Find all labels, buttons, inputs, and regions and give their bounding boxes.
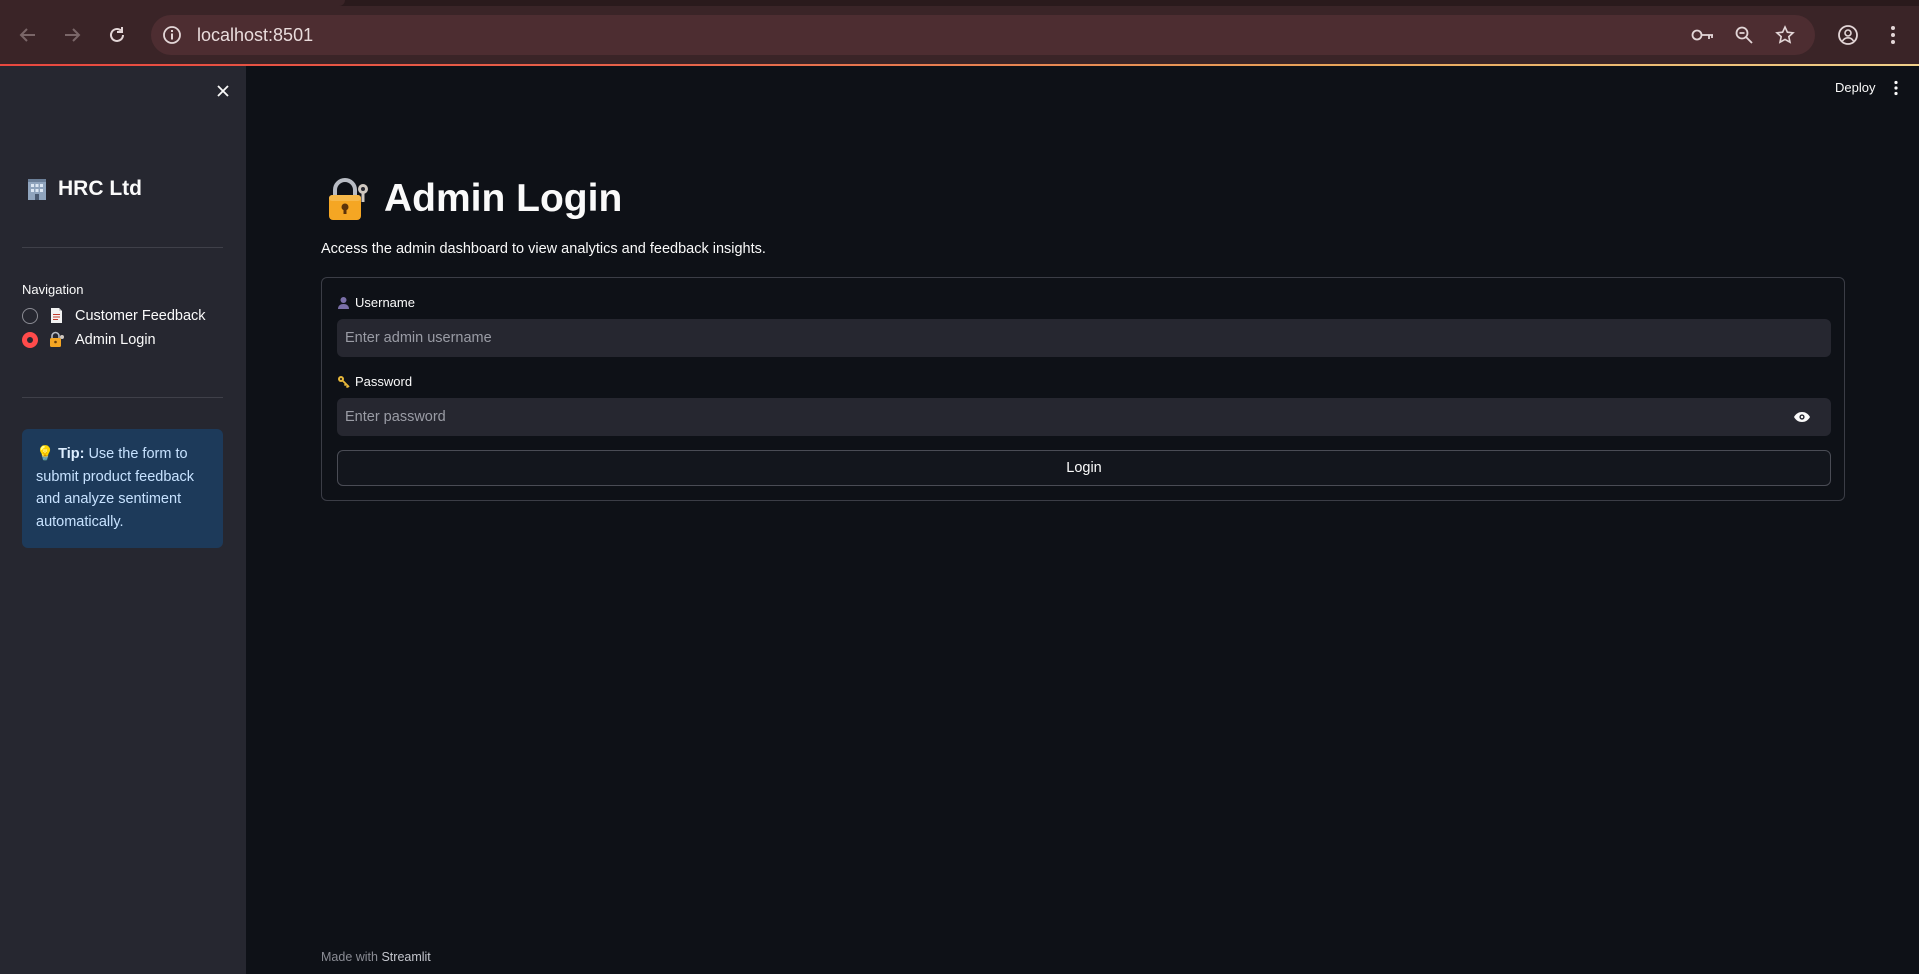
sidebar-brand: HRC Ltd [24, 176, 142, 202]
sidebar: HRC Ltd Navigation Customer Feedback Adm… [0, 66, 246, 974]
zoom-icon[interactable] [1732, 23, 1756, 47]
profile-button[interactable] [1833, 20, 1863, 50]
tip-callout: 💡 Tip: Use the form to submit product fe… [22, 429, 223, 548]
username-label: Username [337, 295, 415, 310]
password-input[interactable] [337, 398, 1831, 436]
deploy-button[interactable]: Deploy [1835, 80, 1875, 95]
page-title-text: Admin Login [384, 177, 623, 220]
nav-item-label[interactable]: Admin Login [75, 332, 156, 348]
site-info-icon[interactable] [161, 24, 183, 46]
back-button[interactable] [13, 20, 43, 50]
brand-name: HRC Ltd [58, 177, 142, 200]
show-password-toggle[interactable] [1791, 408, 1813, 426]
tip-bold: Tip: [58, 446, 85, 462]
nav-radio-admin-login[interactable]: Admin Login [22, 331, 156, 348]
navigation-heading: Navigation [22, 282, 84, 297]
browser-chrome: localhost:8501 [0, 0, 1919, 66]
login-button[interactable]: Login [337, 450, 1831, 486]
loading-accent-bar [0, 64, 1919, 66]
page-title: Admin Login [326, 176, 622, 222]
tab-strip [0, 0, 1919, 6]
streamlit-link[interactable]: Streamlit [381, 950, 430, 964]
page-subtitle: Access the admin dashboard to view analy… [321, 241, 766, 257]
locked-with-key-icon [50, 331, 64, 347]
address-bar[interactable]: localhost:8501 [151, 15, 1815, 55]
password-key-icon[interactable] [1691, 23, 1715, 47]
eye-icon [1794, 412, 1810, 422]
nav-radio-customer-feedback[interactable]: Customer Feedback [22, 307, 206, 324]
app-menu-button[interactable] [1893, 80, 1899, 99]
active-tab-edge [0, 0, 345, 6]
username-field[interactable] [337, 319, 1831, 357]
arrow-right-icon [65, 28, 81, 42]
password-field[interactable] [337, 398, 1831, 436]
kebab-menu-icon [1891, 26, 1895, 44]
url-text[interactable]: localhost:8501 [197, 25, 313, 46]
close-sidebar-button[interactable] [212, 80, 234, 102]
bust-in-silhouette-icon [338, 297, 349, 309]
forward-button[interactable] [57, 20, 87, 50]
kebab-menu-icon [1894, 80, 1898, 96]
radio-unselected[interactable] [22, 307, 38, 324]
arrow-left-icon [19, 28, 35, 42]
browser-menu-button[interactable] [1878, 20, 1908, 50]
login-form: Username Password Login [321, 277, 1845, 501]
close-icon [217, 85, 229, 97]
page-facing-up-icon [51, 308, 62, 323]
locked-with-key-icon [329, 178, 368, 220]
username-label-text: Username [355, 295, 415, 310]
username-input[interactable] [337, 319, 1831, 357]
sidebar-divider [22, 247, 223, 248]
reload-icon [110, 27, 124, 42]
radio-selected[interactable] [22, 331, 38, 348]
nav-item-label[interactable]: Customer Feedback [75, 308, 206, 324]
sidebar-divider [22, 397, 223, 398]
reload-button[interactable] [102, 20, 132, 50]
bookmark-star-icon[interactable] [1773, 23, 1797, 47]
footer: Made with Streamlit [321, 950, 431, 964]
lightbulb-icon: 💡 [36, 446, 55, 462]
office-building-icon [28, 179, 46, 200]
password-label: Password [337, 374, 412, 389]
footer-prefix: Made with [321, 950, 378, 964]
key-icon [338, 376, 350, 388]
account-icon [1838, 25, 1858, 45]
password-label-text: Password [355, 374, 413, 389]
